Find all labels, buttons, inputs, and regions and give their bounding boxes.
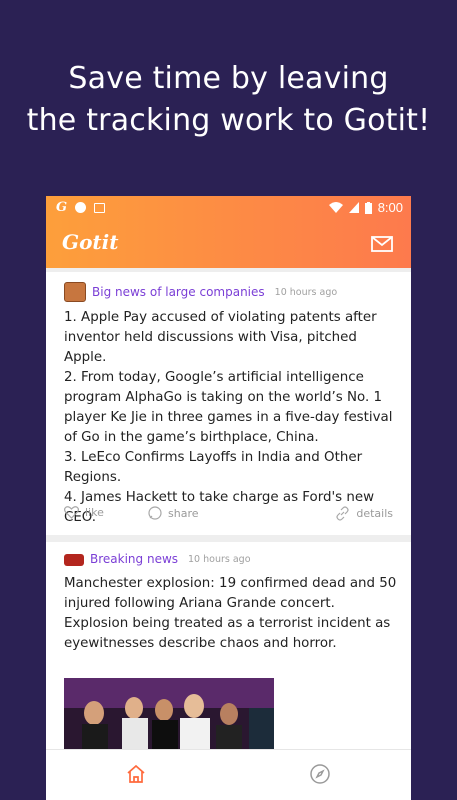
card-category[interactable]: Breaking news <box>90 552 178 566</box>
status-bar: G 8:00 <box>46 196 411 220</box>
app-header: G 8:00 Gotit <box>46 196 411 268</box>
details-label: details <box>356 507 393 520</box>
g-app-icon: G <box>56 200 68 215</box>
battery-icon <box>364 201 372 214</box>
status-time: 8:00 <box>377 200 403 215</box>
tt-app-icon <box>75 202 87 213</box>
compass-icon[interactable] <box>310 764 330 784</box>
chat-share-icon <box>148 506 162 520</box>
wifi-icon <box>328 202 343 213</box>
link-icon <box>336 506 349 521</box>
card-time: 10 hours ago <box>188 553 251 565</box>
feed-card[interactable]: Big news of large companies 10 hours ago… <box>46 272 411 535</box>
card-time: 10 hours ago <box>274 286 338 298</box>
mail-icon[interactable] <box>371 236 393 252</box>
card-actions: like share details <box>64 506 393 526</box>
heart-icon <box>64 506 79 519</box>
category-avatar-icon <box>64 282 86 302</box>
promo-line-1: Save time by leaving <box>68 61 389 96</box>
card-body[interactable]: Manchester explosion: 19 confirmed dead … <box>64 574 399 654</box>
like-button[interactable]: like <box>64 506 104 519</box>
signal-icon <box>348 202 359 213</box>
card-category[interactable]: Big news of large companies <box>92 285 265 299</box>
image-icon <box>94 202 106 213</box>
gotit-logo[interactable]: Gotit <box>62 230 119 254</box>
promo-line-2: the tracking work to Gotit! <box>26 103 431 138</box>
promo-headline: Save time by leaving the tracking work t… <box>0 58 457 142</box>
card-body[interactable]: 1. Apple Pay accused of violating patent… <box>64 308 399 528</box>
breaking-news-avatar-icon <box>64 554 84 566</box>
phone-screen: G 8:00 Gotit Big news of large companies… <box>46 196 411 800</box>
share-button[interactable]: share <box>148 506 199 520</box>
home-icon[interactable] <box>126 765 146 783</box>
bottom-navigation <box>46 749 411 800</box>
like-label: like <box>85 506 104 519</box>
details-button[interactable]: details <box>335 506 393 521</box>
share-label: share <box>168 506 199 520</box>
